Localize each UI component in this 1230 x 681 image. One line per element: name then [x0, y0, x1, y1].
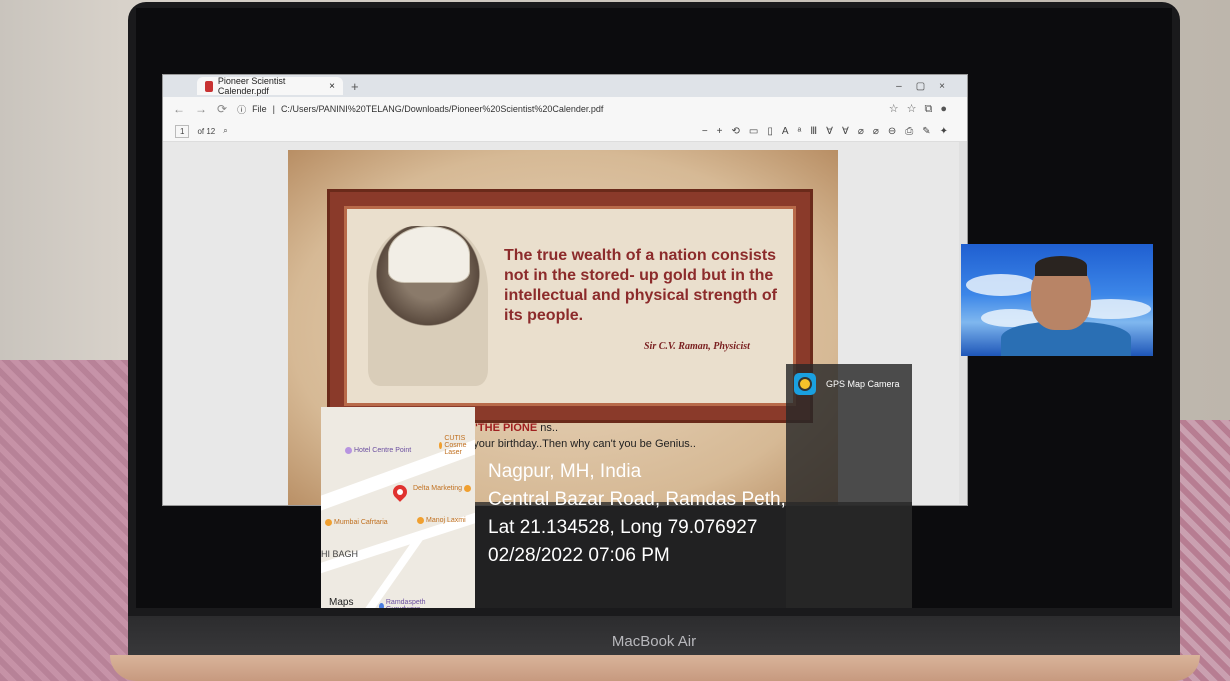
url-text: C:/Users/PANINI%20TELANG/Downloads/Pione… — [280, 104, 604, 114]
poi-label: Hotel Centre Point — [354, 447, 412, 454]
pdf-tool-icons[interactable]: −+⟲▭▯AᵃⅢ∀∀⌀⌀⊖⎙✎✦ — [702, 126, 957, 137]
picture-frame: The true wealth of a nation consists not… — [330, 192, 810, 420]
laptop: Pioneer Scientist Calender.pdf × + –▢× ←… — [128, 2, 1180, 662]
pdf-icon — [205, 80, 213, 92]
poi-marker — [439, 442, 443, 449]
poi-marker — [345, 447, 352, 454]
poi-marker — [417, 517, 424, 524]
page-number-input[interactable]: 1 — [175, 124, 190, 138]
lower-line-1: so "THE PIONE ns.. — [458, 420, 696, 436]
map-poi: Delta Marketing — [413, 485, 472, 492]
quote-attribution: Sir C.V. Raman, Physicist — [644, 341, 750, 352]
maps-logo-text: Maps — [329, 597, 354, 608]
page-total: of 12 — [197, 126, 216, 136]
lower-line-1-suffix: ns.. — [540, 422, 558, 434]
gps-coords: Lat 21.134528, Long 79.076927 — [488, 517, 758, 538]
maps-logo: Maps — [329, 597, 353, 608]
pioneer-heading: "THE PIONE — [472, 422, 538, 434]
poi-marker — [325, 519, 332, 526]
close-tab-icon[interactable]: × — [329, 81, 335, 92]
gps-address-block: Nagpur, MH, India Central Bazar Road, Ra… — [488, 458, 786, 570]
url-separator: | — [272, 104, 275, 114]
person-hair — [1035, 256, 1087, 276]
gps-minimap: Hotel Centre Point CUTIS Cosme Laser Del… — [321, 407, 475, 608]
photo-scene: Pioneer Scientist Calender.pdf × + –▢× ←… — [0, 0, 1230, 681]
poi-label: Mumbai Cafrtaria — [334, 519, 388, 526]
laptop-screen: Pioneer Scientist Calender.pdf × + –▢× ←… — [136, 8, 1172, 608]
info-icon: ⓘ — [237, 104, 247, 115]
url-prefix: File — [252, 104, 267, 114]
webcam-thumbnail — [961, 244, 1153, 356]
laptop-brand: MacBook Air — [611, 633, 697, 650]
raman-portrait — [368, 226, 488, 386]
gps-app-name: GPS Map Camera — [826, 379, 900, 389]
lower-line-2: on your birthday..Then why can't you be … — [458, 438, 696, 450]
quote-text: The true wealth of a nation consists not… — [504, 247, 777, 324]
tab-title: Pioneer Scientist Calender.pdf — [217, 76, 286, 96]
poi-label: Ramdaspeth Gurudwara — [385, 599, 426, 608]
cloud-shape — [966, 274, 1036, 296]
back-icon[interactable]: ← — [173, 102, 185, 116]
poi-marker — [379, 602, 384, 608]
poi-label: CUTIS Cosme Laser — [444, 435, 467, 456]
page-lower-text: so "THE PIONE ns.. on your birthday..The… — [458, 420, 696, 452]
poi-marker — [464, 485, 472, 492]
search-icon[interactable]: ⌕ — [223, 126, 227, 136]
location-pin-icon — [390, 482, 410, 502]
toolbar-icons[interactable]: ☆☆⧉● — [889, 102, 955, 116]
gps-camera-icon — [794, 373, 816, 395]
forward-icon[interactable]: → — [195, 102, 207, 116]
poi-label: Delta Marketing — [413, 485, 463, 492]
url-field[interactable]: ⓘ File | C:/Users/PANINI%20TELANG/Downlo… — [237, 103, 603, 116]
gps-app-title: GPS Map Camera — [794, 373, 900, 395]
laptop-base — [110, 655, 1200, 681]
new-tab-button[interactable]: + — [351, 79, 359, 94]
map-poi: CUTIS Cosme Laser — [439, 435, 475, 456]
window-controls[interactable]: –▢× — [896, 81, 959, 92]
map-poi: Ramdaspeth Gurudwara — [379, 599, 439, 608]
gps-datetime: 02/28/2022 07:06 PM — [488, 545, 670, 566]
pdf-toolbar: 1 of 12 ⌕ −+⟲▭▯AᵃⅢ∀∀⌀⌀⊖⎙✎✦ — [163, 121, 967, 142]
gps-city: Nagpur, MH, India — [488, 461, 642, 482]
refresh-icon[interactable]: ⟳ — [217, 102, 227, 116]
map-poi: Mumbai Cafrtaria — [325, 519, 388, 526]
browser-titlebar: Pioneer Scientist Calender.pdf × + –▢× — [163, 75, 967, 97]
address-bar: ← → ⟳ ⓘ File | C:/Users/PANINI%20TELANG/… — [163, 97, 967, 121]
map-area-label: HI BAGH — [321, 549, 359, 559]
turban — [388, 226, 470, 283]
map-poi: Hotel Centre Point — [345, 447, 411, 454]
map-poi: Manoj Laxmi — [417, 517, 466, 524]
browser-tab[interactable]: Pioneer Scientist Calender.pdf × — [197, 76, 343, 96]
poi-label: Manoj Laxmi — [426, 517, 466, 524]
gps-street: Central Bazar Road, Ramdas Peth, — [488, 489, 786, 510]
